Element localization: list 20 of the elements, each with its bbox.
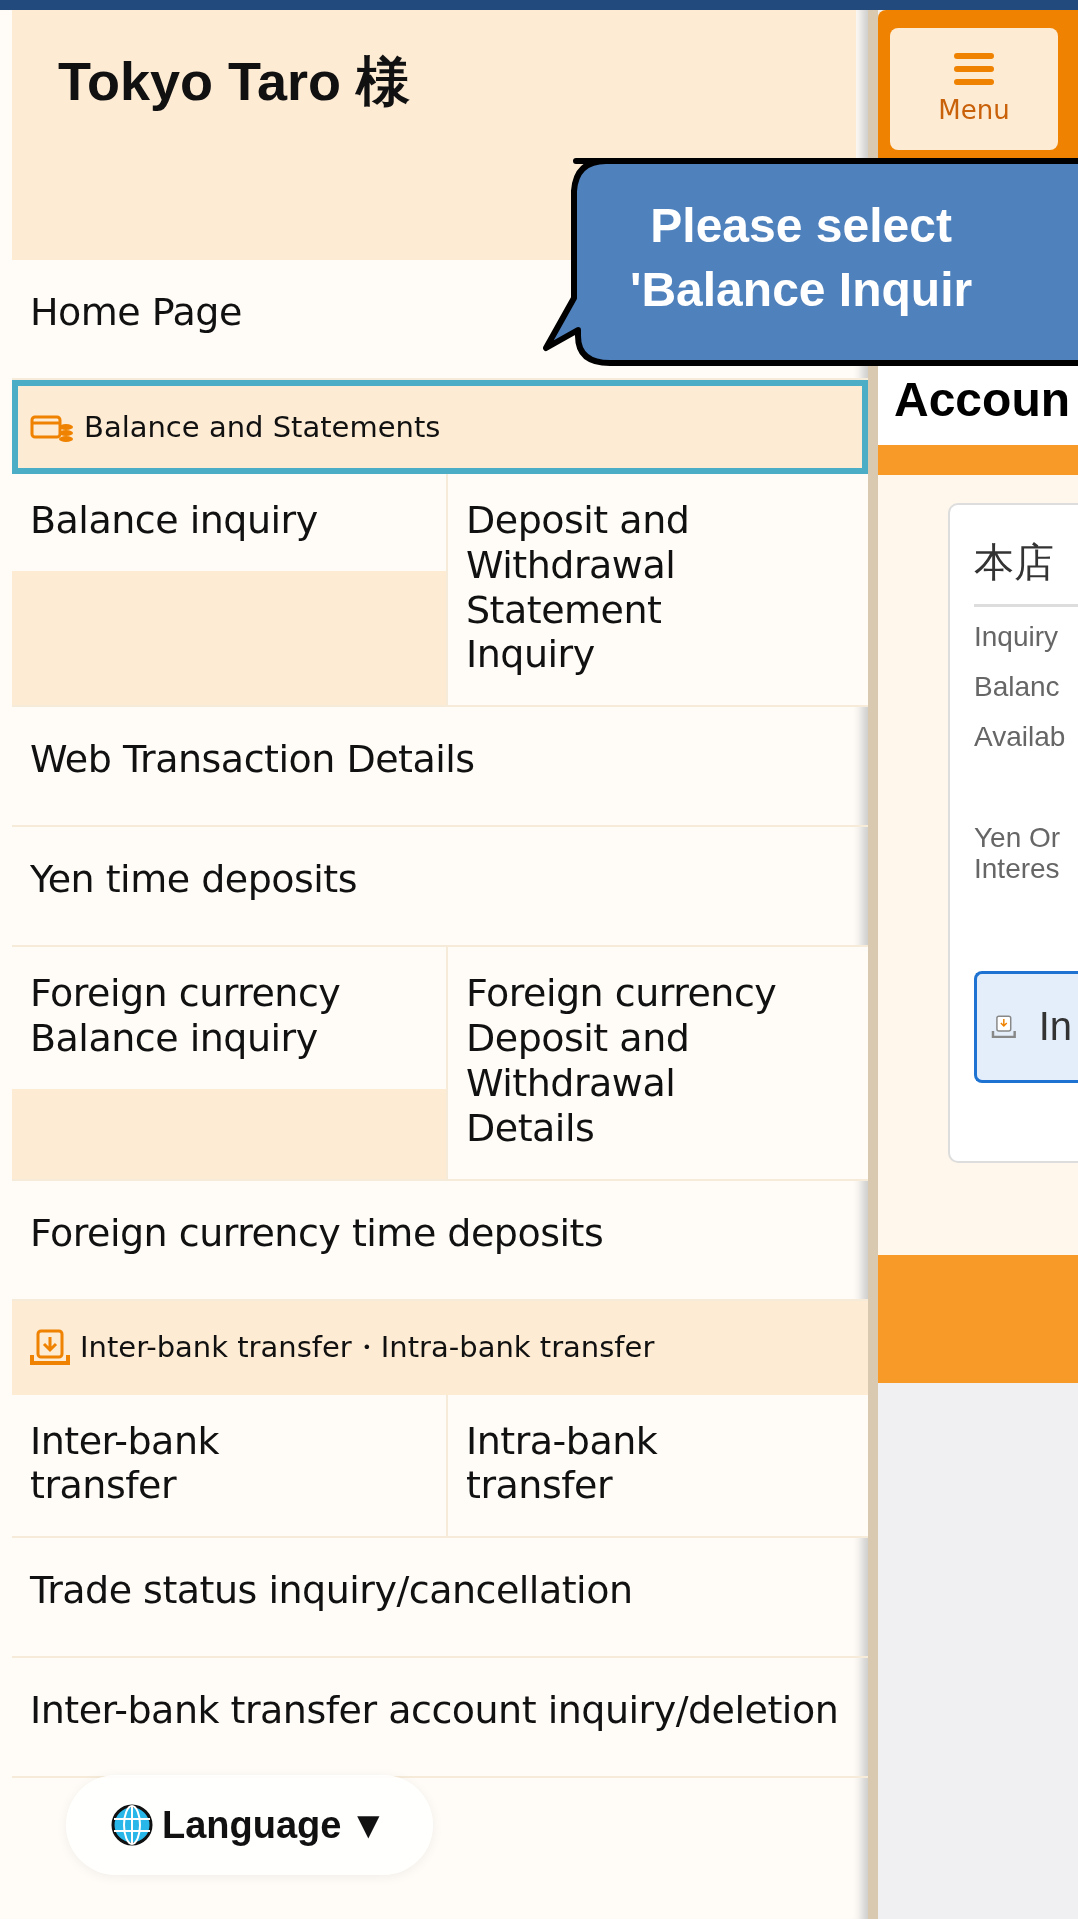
page-heading: Accoun <box>894 373 1070 426</box>
menu-item[interactable]: Balance inquiry <box>12 474 446 571</box>
card-button[interactable]: In <box>974 970 1078 1083</box>
field-label: Inquiry <box>974 621 1060 653</box>
user-name: Tokyo Taro 様 <box>58 51 411 111</box>
menu-item[interactable]: Inter-bank transfer <box>12 1394 446 1537</box>
menu-item[interactable]: Foreign currency Deposit and Withdrawal Details <box>446 947 868 1179</box>
field-label: Balanc <box>974 671 1061 703</box>
menu-item[interactable]: Foreign currency Balance inquiry <box>12 947 446 1089</box>
language-button[interactable]: Language ▼ <box>66 1775 434 1875</box>
card-title: 本店 <box>974 535 1078 607</box>
menu-section-header[interactable]: Inter-bank transfer・Intra-bank transfer <box>12 1300 868 1395</box>
menu-item[interactable]: Deposit and Withdrawal Statement Inquiry <box>446 474 868 706</box>
field-label: Availab <box>974 721 1067 753</box>
menu-item[interactable]: Intra-bank transfer <box>446 1394 868 1537</box>
account-note: Yen Or Interes <box>974 823 1062 885</box>
globe-icon <box>110 1803 154 1847</box>
download-tray-icon <box>30 1328 70 1367</box>
menu-section-header[interactable]: Balance and Statements <box>12 380 868 474</box>
menu-icon <box>954 53 994 85</box>
